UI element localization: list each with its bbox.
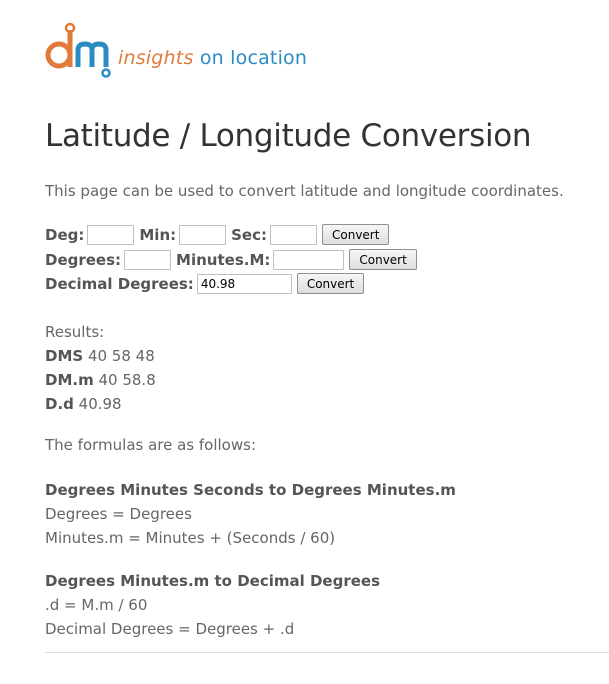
decimal-degrees-label: Decimal Degrees: (45, 274, 194, 293)
sec-label: Sec: (231, 225, 267, 244)
formula-dms-to-dm-line2: Minutes.m = Minutes + (Seconds / 60) (45, 529, 336, 547)
result-dms-label: DMS (45, 347, 84, 365)
footer-divider (45, 652, 609, 653)
convert-dm-button[interactable]: Convert (349, 249, 417, 270)
formula-dm-to-dd-heading: Degrees Minutes.m to Decimal Degrees (45, 572, 381, 590)
page-intro: This page can be used to convert latitud… (45, 182, 564, 200)
tagline-location: location (230, 47, 308, 69)
deg-label: Deg: (45, 225, 85, 244)
sec-input[interactable] (270, 224, 317, 245)
brand-tagline: insights on location (118, 47, 307, 69)
degrees-label: Degrees: (45, 250, 122, 269)
degrees-input[interactable] (124, 249, 172, 270)
result-dm: DM.m 40 58.8 (45, 368, 156, 392)
formula-dm-to-dd-line1: .d = M.m / 60 (45, 596, 148, 614)
formula-dms-to-dm: Degrees Minutes Seconds to Degrees Minut… (45, 478, 456, 550)
tagline-on: on (199, 47, 224, 69)
dd-form-row: Decimal Degrees: Convert (45, 273, 365, 294)
result-dd: D.d 40.98 (45, 392, 156, 416)
result-dm-label: DM.m (45, 371, 94, 389)
result-dm-value: 40 58.8 (93, 371, 156, 389)
page-title: Latitude / Longitude Conversion (45, 118, 532, 154)
formulas-intro: The formulas are as follows: (45, 436, 256, 454)
results-section: Results: DMS 40 58 48 DM.m 40 58.8 D.d 4… (45, 320, 156, 416)
min-label: Min: (139, 225, 177, 244)
convert-dd-button[interactable]: Convert (296, 273, 365, 294)
decimal-degrees-input[interactable] (196, 273, 292, 294)
result-dd-value: 40.98 (73, 395, 122, 413)
results-heading: Results: (45, 323, 105, 341)
convert-dms-button[interactable]: Convert (322, 224, 390, 245)
formula-dms-to-dm-line1: Degrees = Degrees (45, 505, 192, 523)
minutes-m-label: Minutes.M: (176, 250, 271, 269)
dms-form-row: Deg: Min: Sec: Convert (45, 224, 390, 245)
formula-dms-to-dm-heading: Degrees Minutes Seconds to Degrees Minut… (45, 481, 456, 499)
formula-dm-to-dd-line2: Decimal Degrees = Degrees + .d (45, 620, 295, 638)
formula-dm-to-dd: Degrees Minutes.m to Decimal Degrees .d … (45, 569, 380, 641)
deg-input[interactable] (87, 224, 135, 245)
result-dms-value: 40 58 48 (83, 347, 155, 365)
result-dd-label: D.d (45, 395, 74, 413)
dm-logo-mark (45, 22, 111, 78)
tagline-insights: insights (118, 47, 194, 69)
result-dms: DMS 40 58 48 (45, 344, 156, 368)
minutes-m-input[interactable] (273, 249, 345, 270)
dm-form-row: Degrees: Minutes.M: Convert (45, 249, 417, 270)
min-input[interactable] (179, 224, 227, 245)
